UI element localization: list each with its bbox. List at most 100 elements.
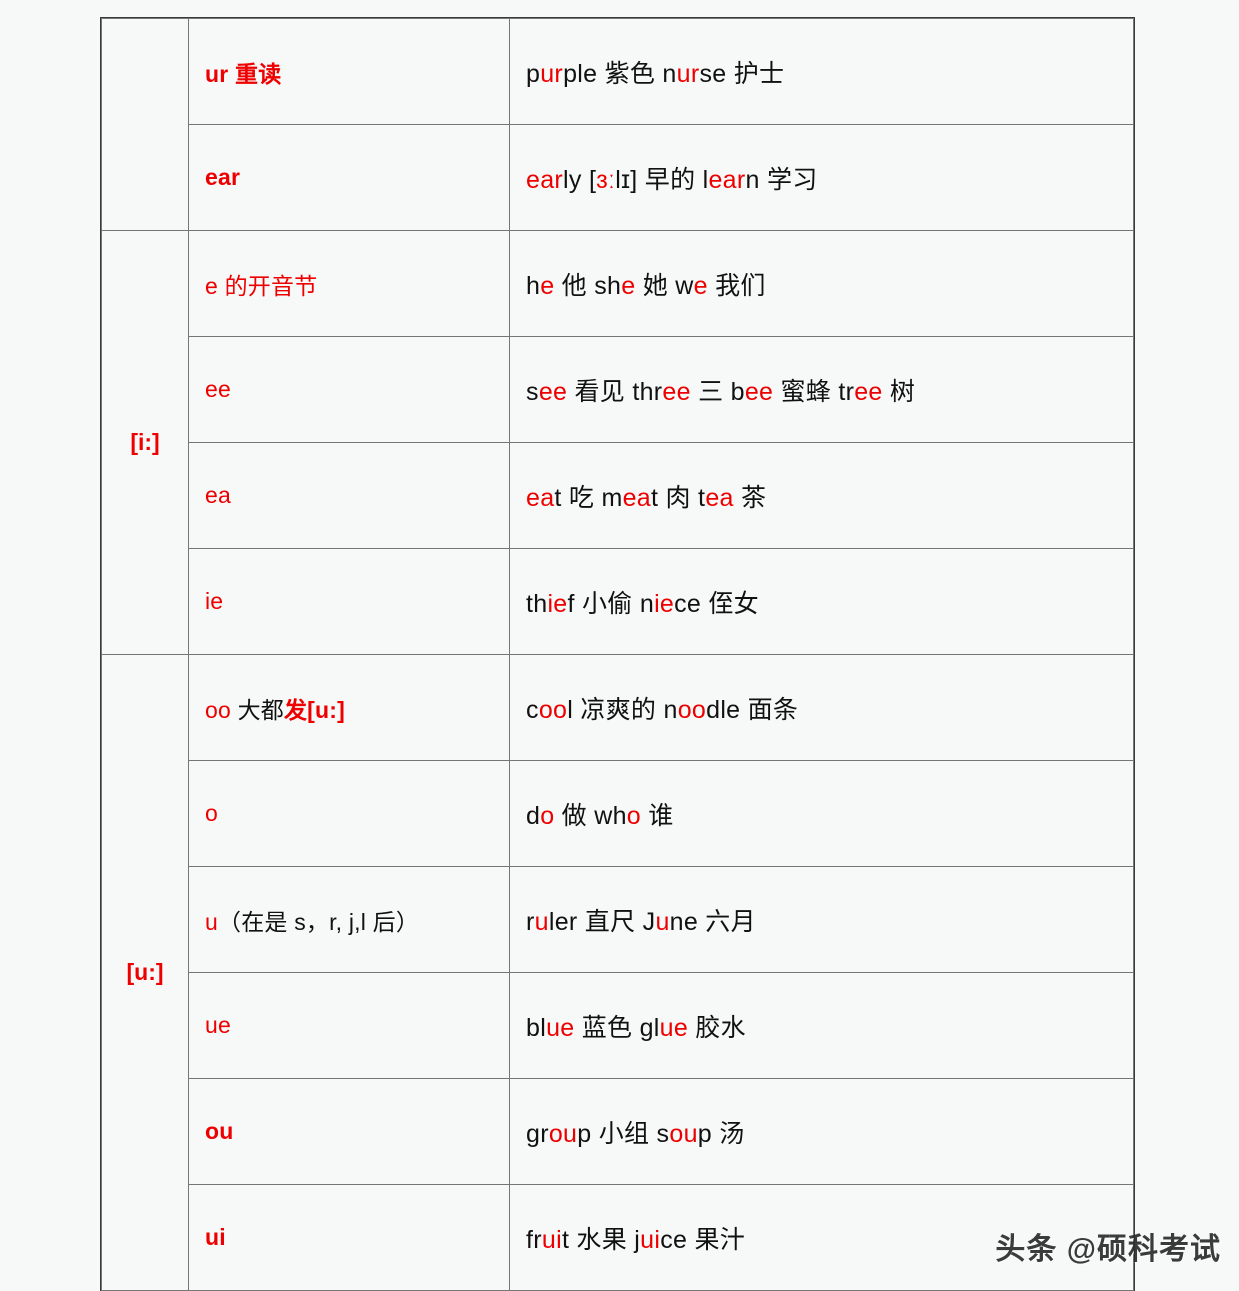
example-words-cell: purple 紫色 nurse 护士: [509, 18, 1134, 125]
word-segment: ur: [676, 59, 700, 88]
rule-segment: 大都: [230, 696, 284, 723]
example-words-cell: see 看见 three 三 bee 蜜蜂 tree 树: [509, 336, 1134, 443]
word-segment: c: [526, 695, 539, 724]
rule-segment: ear: [205, 164, 241, 190]
word-segment: ur: [540, 59, 564, 88]
rule-segment: u: [205, 908, 218, 935]
table-row: o do 做 who 谁: [102, 760, 1134, 867]
table-row: ui fruit 水果 juice 果汁: [102, 1184, 1134, 1291]
spelling-rule-cell: u（在是 s，r, j,l 后）: [188, 866, 510, 973]
word-segment: 蜜蜂 tr: [773, 377, 855, 406]
example-words-cell: cool 凉爽的 noodle 面条: [509, 654, 1134, 761]
rule-segment: ea: [205, 482, 231, 508]
word-segment: 做 wh: [554, 801, 627, 830]
word-segment: 蓝色 gl: [574, 1013, 660, 1042]
spelling-rule-cell: ou: [188, 1078, 510, 1185]
word-segment: ui: [541, 1225, 562, 1254]
example-words-cell: group 小组 soup 汤: [509, 1078, 1134, 1185]
word-segment: ee: [538, 377, 568, 406]
word-segment: d: [526, 801, 541, 830]
word-segment: 茶: [733, 483, 767, 512]
spelling-rule-cell: o: [188, 760, 510, 867]
spelling-rule-cell: oo 大都发[u:]: [188, 654, 510, 761]
rule-segment: ui: [205, 1224, 226, 1250]
word-segment: ce 果汁: [660, 1225, 746, 1254]
word-segment: l 凉爽的 n: [567, 695, 678, 724]
word-segment: ou: [548, 1119, 578, 1148]
word-segment: 他 sh: [554, 271, 622, 300]
word-segment: se 护士: [699, 59, 785, 88]
word-segment: ui: [640, 1225, 661, 1254]
example-words-cell: do 做 who 谁: [509, 760, 1134, 867]
word-segment: ear: [708, 165, 746, 194]
word-segment: p 小组 s: [577, 1119, 670, 1148]
word-segment: 她 w: [635, 271, 694, 300]
word-segment: n 学习: [745, 165, 818, 194]
word-segment: t 肉 t: [651, 483, 706, 512]
sound-symbol-cell: [101, 18, 189, 231]
example-words-cell: blue 蓝色 glue 胶水: [509, 972, 1134, 1079]
table-row: u（在是 s，r, j,l 后） ruler 直尺 June 六月: [102, 866, 1134, 973]
rule-segment: （在是 s，r, j,l 后）: [218, 908, 420, 935]
rule-segment: 发[u:]: [283, 696, 346, 723]
table-row: [u:] oo 大都发[u:] cool 凉爽的 noodle 面条: [101, 654, 1134, 1291]
word-segment: ple 紫色 n: [563, 59, 677, 88]
rule-segment: ee: [205, 376, 231, 402]
word-segment: u: [655, 907, 670, 936]
sound-symbol-cell: [u:]: [101, 654, 189, 1291]
word-segment: fr: [526, 1225, 542, 1254]
table-row: ie thief 小偷 niece 侄女: [102, 548, 1134, 655]
table-row: ue blue 蓝色 glue 胶水: [102, 972, 1134, 1079]
rule-segment: ie: [205, 588, 224, 614]
example-words-cell: eat 吃 meat 肉 tea 茶: [509, 442, 1134, 549]
word-segment: gr: [526, 1119, 549, 1148]
spelling-rule-cell: ur 重读: [188, 18, 510, 125]
word-segment: dle 面条: [706, 695, 799, 724]
word-segment: ea: [526, 483, 555, 512]
word-segment: ly [: [563, 165, 597, 194]
spelling-rule-cell: ea: [188, 442, 510, 549]
example-words-cell: early [ɜːlɪ] 早的 learn 学习: [509, 124, 1134, 231]
word-segment: ler 直尺 J: [548, 907, 656, 936]
table-row: ou group 小组 soup 汤: [102, 1078, 1134, 1185]
word-segment: ie: [547, 589, 568, 618]
word-segment: p: [526, 59, 541, 88]
spelling-rule-cell: ui: [188, 1184, 510, 1291]
word-segment: 树: [882, 377, 916, 406]
word-segment: ɜː: [596, 165, 616, 194]
word-segment: ear: [526, 165, 564, 194]
word-segment: ue: [546, 1013, 575, 1042]
word-segment: o: [540, 801, 555, 830]
word-segment: th: [526, 589, 548, 618]
word-segment: 看见 thr: [567, 377, 663, 406]
word-segment: ea: [622, 483, 652, 512]
word-segment: h: [526, 271, 541, 300]
spelling-rule-cell: ear: [188, 124, 510, 231]
rule-segment: o: [205, 800, 218, 826]
table-row: [i:] e 的开音节 he 他 she 她 we 我们: [101, 230, 1134, 655]
word-segment: t 吃 m: [554, 483, 623, 512]
word-segment: oo: [538, 695, 568, 724]
rule-segment: oo: [205, 696, 231, 723]
spelling-rule-cell: ee: [188, 336, 510, 443]
example-words-cell: ruler 直尺 June 六月: [509, 866, 1134, 973]
word-segment: lɪ] 早的 l: [615, 165, 709, 194]
word-segment: 我们: [707, 271, 766, 300]
word-segment: ee: [854, 377, 883, 406]
phonics-rules-table: ur 重读 purple 紫色 nurse 护士 ear early [ɜːlɪ] 早…: [100, 17, 1135, 1291]
word-segment: s: [526, 377, 539, 406]
word-segment: e: [540, 271, 555, 300]
word-segment: 三 b: [690, 377, 745, 406]
word-segment: 谁: [641, 801, 674, 830]
word-segment: e: [693, 271, 708, 300]
spelling-rule-cell: ue: [188, 972, 510, 1079]
sound-symbol-cell: [i:]: [101, 230, 189, 655]
word-segment: ne 六月: [669, 907, 756, 936]
table-row: ea eat 吃 meat 肉 tea 茶: [102, 442, 1134, 549]
watermark: 头条 @硕科考试: [995, 1233, 1221, 1266]
word-segment: r: [526, 907, 535, 936]
word-segment: t 水果 j: [561, 1225, 641, 1254]
table-row: ear early [ɜːlɪ] 早的 learn 学习: [102, 124, 1134, 231]
word-segment: bl: [526, 1013, 547, 1042]
word-segment: ie: [654, 589, 675, 618]
